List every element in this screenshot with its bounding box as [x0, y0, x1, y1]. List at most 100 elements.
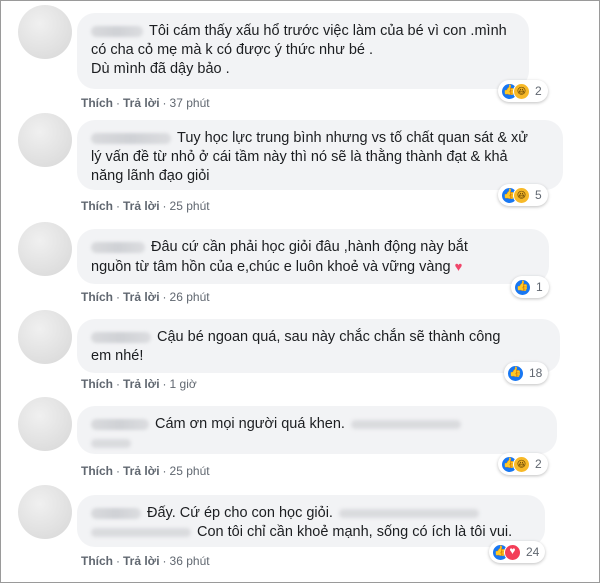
- like-button[interactable]: Thích: [81, 377, 113, 391]
- comment-text: Tuy học lực trung bình nhưng vs tố chất …: [177, 130, 528, 146]
- reaction-count: 24: [526, 545, 540, 559]
- comment-bubble: Tuy học lực trung bình nhưng vs tố chất …: [77, 120, 563, 190]
- separator: ·: [162, 96, 167, 110]
- comment-text: em nhé!: [91, 348, 144, 364]
- blurred-text: [350, 419, 461, 429]
- separator: ·: [162, 377, 167, 391]
- reaction-count: 1: [536, 280, 543, 294]
- blurred-author-name[interactable]: [91, 331, 151, 343]
- comment-actions: Thích · Trả lời · 25 phút: [81, 464, 210, 478]
- reactions-summary[interactable]: 👍 18: [504, 362, 549, 384]
- haha-icon: 😆: [513, 82, 530, 100]
- like-button[interactable]: Thích: [81, 199, 113, 213]
- timestamp[interactable]: 25 phút: [170, 464, 210, 478]
- separator: ·: [116, 554, 120, 568]
- reply-button[interactable]: Trả lời: [123, 464, 160, 478]
- haha-icon: 😆: [513, 455, 530, 473]
- comment-text: Đâu cứ cần phải học giỏi đâu ,hành động …: [151, 239, 468, 255]
- comment-actions: Thích · Trả lời · 36 phút: [81, 554, 210, 568]
- reactions-summary[interactable]: 👍 😆 2: [498, 80, 548, 102]
- comment-actions: Thích · Trả lời · 1 giờ: [81, 377, 197, 391]
- haha-icon: 😆: [513, 186, 530, 204]
- like-button[interactable]: Thích: [81, 554, 113, 568]
- avatar[interactable]: [18, 222, 72, 276]
- comment-text: Cậu bé ngoan quá, sau này chắc chắn sẽ t…: [157, 329, 501, 345]
- timestamp[interactable]: 26 phút: [170, 290, 210, 304]
- timestamp[interactable]: 36 phút: [170, 554, 210, 568]
- blurred-author-name[interactable]: [91, 25, 143, 37]
- comment-text: Tôi cám thấy xấu hổ trước việc làm của b…: [149, 23, 507, 39]
- reaction-count: 2: [535, 84, 542, 98]
- blurred-line: [91, 434, 543, 453]
- avatar[interactable]: [18, 485, 72, 539]
- reactions-summary[interactable]: 👍 ♥ 24: [489, 541, 546, 563]
- blurred-text: [338, 508, 479, 518]
- comment-bubble: Đâu cứ cần phải học giỏi đâu ,hành động …: [77, 229, 549, 284]
- reply-button[interactable]: Trả lời: [123, 554, 160, 568]
- comment-actions: Thích · Trả lời · 26 phút: [81, 290, 210, 304]
- like-icon: 👍: [507, 364, 524, 382]
- love-icon: ♥: [504, 543, 521, 561]
- comment-line: Cậu bé ngoan quá, sau này chắc chắn sẽ t…: [91, 328, 546, 347]
- comment-text: nguồn từ tâm hồn của e,chúc e luôn khoẻ …: [91, 259, 451, 275]
- comment-line: Đâu cứ cần phải học giỏi đâu ,hành động …: [91, 238, 535, 257]
- avatar[interactable]: [18, 397, 72, 451]
- separator: ·: [162, 290, 167, 304]
- reply-button[interactable]: Trả lời: [123, 199, 160, 213]
- reactions-summary[interactable]: 👍 😆 2: [498, 453, 548, 475]
- comment-text: Cám ơn mọi người quá khen.: [155, 416, 345, 432]
- reaction-count: 5: [535, 188, 542, 202]
- blurred-author-name[interactable]: [91, 418, 149, 430]
- like-button[interactable]: Thích: [81, 96, 113, 110]
- reaction-count: 2: [535, 457, 542, 471]
- reactions-summary[interactable]: 👍 1: [511, 276, 549, 298]
- timestamp[interactable]: 1 giờ: [170, 377, 197, 391]
- separator: ·: [116, 290, 120, 304]
- reply-button[interactable]: Trả lời: [123, 377, 160, 391]
- separator: ·: [116, 199, 120, 213]
- reply-button[interactable]: Trả lời: [123, 290, 160, 304]
- timestamp[interactable]: 37 phút: [170, 96, 210, 110]
- comment-text: năng lãnh đạo giỏi: [91, 168, 210, 184]
- like-button[interactable]: Thích: [81, 290, 113, 304]
- reactions-summary[interactable]: 👍 😆 5: [498, 184, 548, 206]
- separator: ·: [162, 554, 167, 568]
- separator: ·: [116, 96, 120, 110]
- comment-text: Con tôi chỉ cần khoẻ mạnh, sống có ích l…: [197, 524, 513, 540]
- comment-line: Tôi cám thấy xấu hổ trước việc làm của b…: [91, 22, 515, 41]
- comment-bubble: Cậu bé ngoan quá, sau này chắc chắn sẽ t…: [77, 319, 560, 373]
- timestamp[interactable]: 25 phút: [170, 199, 210, 213]
- avatar[interactable]: [18, 310, 72, 364]
- like-button[interactable]: Thích: [81, 464, 113, 478]
- comment-line: Cám ơn mọi người quá khen.: [91, 415, 543, 434]
- separator: ·: [162, 464, 167, 478]
- comment-bubble: Cám ơn mọi người quá khen.: [77, 406, 557, 454]
- heart-icon: ♥: [454, 259, 463, 274]
- comment-line: Con tôi chỉ cần khoẻ mạnh, sống có ích l…: [91, 523, 531, 542]
- comments-panel: Tôi cám thấy xấu hổ trước việc làm của b…: [0, 0, 600, 583]
- comment-bubble: Tôi cám thấy xấu hổ trước việc làm của b…: [77, 13, 529, 89]
- comment-actions: Thích · Trả lời · 37 phút: [81, 96, 210, 110]
- comment-text: Dù mình đã dậy bảo .: [91, 61, 230, 77]
- comment-text: có cha cỏ mẹ mà k có được ý thức như bé …: [91, 42, 374, 58]
- avatar[interactable]: [18, 5, 72, 59]
- separator: ·: [116, 377, 120, 391]
- avatar[interactable]: [18, 113, 72, 167]
- reaction-count: 18: [529, 366, 543, 380]
- separator: ·: [162, 199, 167, 213]
- comment-line: Đấy. Cứ ép cho con học giỏi.: [91, 504, 531, 523]
- comment-actions: Thích · Trả lời · 25 phút: [81, 199, 210, 213]
- comment-line: nguồn từ tâm hồn của e,chúc e luôn khoẻ …: [91, 257, 535, 277]
- comment-bubble: Đấy. Cứ ép cho con học giỏi. Con tôi chỉ…: [77, 495, 545, 547]
- blurred-text: [91, 527, 191, 537]
- blurred-author-name[interactable]: [91, 241, 145, 253]
- like-icon: 👍: [514, 278, 531, 296]
- blurred-author-name[interactable]: [91, 132, 171, 144]
- blurred-author-name[interactable]: [91, 507, 141, 519]
- reply-button[interactable]: Trả lời: [123, 96, 160, 110]
- blurred-text: [91, 438, 131, 448]
- separator: ·: [116, 464, 120, 478]
- comment-line: Tuy học lực trung bình nhưng vs tố chất …: [91, 129, 549, 148]
- comment-text: Đấy. Cứ ép cho con học giỏi.: [147, 505, 333, 521]
- comment-text: lý vấn đề từ nhỏ ở cái tầm này thì nó sẽ…: [91, 149, 508, 165]
